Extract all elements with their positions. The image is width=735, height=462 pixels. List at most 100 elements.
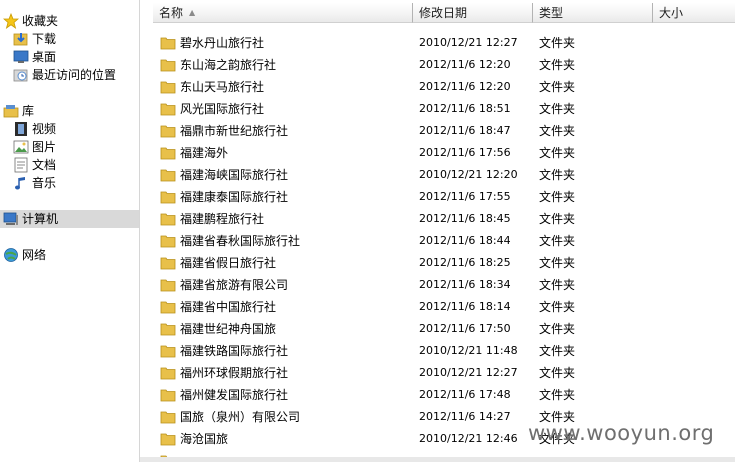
nav-libraries[interactable]: 库 xyxy=(0,102,139,120)
file-row[interactable]: 风光国际旅行社 2012/11/6 18:51 文件夹 xyxy=(140,98,735,120)
file-type: 文件夹 xyxy=(539,234,576,248)
folder-icon xyxy=(160,59,176,72)
documents-icon xyxy=(14,157,28,173)
file-type: 文件夹 xyxy=(539,36,576,50)
file-name: 福州健发国际旅行社 xyxy=(180,388,289,402)
nav-desktop-label: 桌面 xyxy=(32,50,57,64)
file-date: 2012/11/6 17:56 xyxy=(419,146,511,159)
pictures-icon xyxy=(13,140,29,154)
file-date: 2012/11/6 18:34 xyxy=(419,278,511,291)
file-row[interactable]: 福建世纪神舟国旅 2012/11/6 17:50 文件夹 xyxy=(140,318,735,340)
file-row[interactable]: 福州环球假期旅行社 2010/12/21 12:27 文件夹 xyxy=(140,362,735,384)
folder-icon xyxy=(160,169,176,182)
folder-icon xyxy=(160,191,176,204)
nav-network-label: 网络 xyxy=(22,248,47,262)
file-name: 福建省假日旅行社 xyxy=(180,256,277,270)
file-type: 文件夹 xyxy=(539,58,576,72)
file-type: 文件夹 xyxy=(539,344,576,358)
file-row[interactable]: 福建省旅游有限公司 2012/11/6 18:34 文件夹 xyxy=(140,274,735,296)
nav-videos[interactable]: 视频 xyxy=(0,120,139,138)
file-name: 福鼎市新世纪旅行社 xyxy=(180,124,289,138)
column-header-type-label: 类型 xyxy=(539,6,564,20)
nav-music-label: 音乐 xyxy=(32,176,57,190)
file-row[interactable]: 福建省假日旅行社 2012/11/6 18:25 文件夹 xyxy=(140,252,735,274)
file-row[interactable]: 福鼎市新世纪旅行社 2012/11/6 18:47 文件夹 xyxy=(140,120,735,142)
file-row[interactable]: 福建省春秋国际旅行社 2012/11/6 18:44 文件夹 xyxy=(140,230,735,252)
file-type: 文件夹 xyxy=(539,124,576,138)
file-row[interactable]: 碧水丹山旅行社 2010/12/21 12:27 文件夹 xyxy=(140,32,735,54)
nav-music[interactable]: 音乐 xyxy=(0,174,139,192)
file-list-pane: 名称 ▲ 修改日期 类型 大小 碧水丹山旅行社 2010/12/21 12:27 文件… xyxy=(140,0,735,457)
sort-ascending-icon: ▲ xyxy=(189,8,196,17)
nav-desktop[interactable]: 桌面 xyxy=(0,48,139,66)
column-header-modified[interactable]: 修改日期 xyxy=(413,3,533,23)
nav-videos-label: 视频 xyxy=(32,122,57,136)
file-type: 文件夹 xyxy=(539,168,576,182)
file-row[interactable]: 福建铁路国际旅行社 2010/12/21 11:48 文件夹 xyxy=(140,340,735,362)
video-icon xyxy=(15,122,27,136)
file-type: 文件夹 xyxy=(539,322,576,336)
file-row[interactable]: 福建海峡国际旅行社 2010/12/21 12:20 文件夹 xyxy=(140,164,735,186)
music-icon xyxy=(15,177,25,190)
file-row[interactable]: 福建鹏程旅行社 2012/11/6 18:45 文件夹 xyxy=(140,208,735,230)
file-date: 2012/11/6 18:44 xyxy=(419,234,511,247)
file-type: 文件夹 xyxy=(539,366,576,380)
file-row[interactable]: 福建海外 2012/11/6 17:56 文件夹 xyxy=(140,142,735,164)
file-date: 2012/11/6 12:20 xyxy=(419,80,511,93)
file-date: 2012/11/6 12:20 xyxy=(419,58,511,71)
nav-downloads[interactable]: 下载 xyxy=(0,30,139,48)
folder-icon xyxy=(160,257,176,270)
folder-icon xyxy=(160,389,176,402)
file-row[interactable]: 福建省中国旅行社 2012/11/6 18:14 文件夹 xyxy=(140,296,735,318)
nav-computer[interactable]: 计算机 xyxy=(0,210,139,228)
column-header-bar: 名称 ▲ 修改日期 类型 大小 xyxy=(140,3,735,24)
column-header-name[interactable]: 名称 ▲ xyxy=(153,3,413,23)
folder-icon xyxy=(160,147,176,160)
file-type: 文件夹 xyxy=(539,388,576,402)
file-date: 2012/11/6 18:25 xyxy=(419,256,511,269)
horizontal-scrollbar[interactable] xyxy=(140,457,735,462)
file-name: 国旅（泉州）有限公司 xyxy=(180,410,301,424)
file-name: 福建海峡国际旅行社 xyxy=(180,168,289,182)
file-name: 福建铁路国际旅行社 xyxy=(180,344,289,358)
file-row[interactable] xyxy=(140,450,735,457)
nav-favorites[interactable]: 收藏夹 xyxy=(0,12,139,30)
file-rows: 碧水丹山旅行社 2010/12/21 12:27 文件夹 东山海之韵旅行社 2012/… xyxy=(140,32,735,457)
file-date: 2010/12/21 12:27 xyxy=(419,36,518,49)
column-header-size-label: 大小 xyxy=(659,6,684,20)
file-date: 2012/11/6 17:55 xyxy=(419,190,511,203)
desktop-icon xyxy=(13,50,29,63)
folder-icon xyxy=(160,323,176,336)
file-date: 2010/12/21 11:48 xyxy=(419,344,518,357)
folder-icon xyxy=(160,125,176,138)
file-type: 文件夹 xyxy=(539,256,576,270)
file-date: 2012/11/6 18:14 xyxy=(419,300,511,313)
file-name: 福建世纪神舟国旅 xyxy=(180,322,277,336)
file-name: 东山天马旅行社 xyxy=(180,80,265,94)
nav-recent[interactable]: 最近访问的位置 xyxy=(0,66,139,84)
libraries-icon xyxy=(3,105,19,118)
file-date: 2012/11/6 18:51 xyxy=(419,102,511,115)
file-type: 文件夹 xyxy=(539,102,576,116)
file-type: 文件夹 xyxy=(539,190,576,204)
nav-documents[interactable]: 文档 xyxy=(0,156,139,174)
column-header-type[interactable]: 类型 xyxy=(533,3,653,23)
file-row[interactable]: 东山海之韵旅行社 2012/11/6 12:20 文件夹 xyxy=(140,54,735,76)
file-date: 2010/12/21 12:27 xyxy=(419,366,518,379)
nav-documents-label: 文档 xyxy=(32,158,57,172)
column-header-size[interactable]: 大小 xyxy=(653,3,735,23)
file-row[interactable]: 东山天马旅行社 2012/11/6 12:20 文件夹 xyxy=(140,76,735,98)
file-name: 福建省中国旅行社 xyxy=(180,300,277,314)
star-icon xyxy=(3,13,19,29)
file-type: 文件夹 xyxy=(539,80,576,94)
file-date: 2010/12/21 12:20 xyxy=(419,168,518,181)
folder-icon xyxy=(160,235,176,248)
file-row[interactable]: 福州健发国际旅行社 2012/11/6 17:48 文件夹 xyxy=(140,384,735,406)
file-name: 福建康泰国际旅行社 xyxy=(180,190,289,204)
nav-network[interactable]: 网络 xyxy=(0,246,139,264)
file-row[interactable]: 福建康泰国际旅行社 2012/11/6 17:55 文件夹 xyxy=(140,186,735,208)
folder-icon xyxy=(160,103,176,116)
nav-pictures[interactable]: 图片 xyxy=(0,138,139,156)
file-name: 福建鹏程旅行社 xyxy=(180,212,265,226)
nav-recent-label: 最近访问的位置 xyxy=(32,68,117,82)
